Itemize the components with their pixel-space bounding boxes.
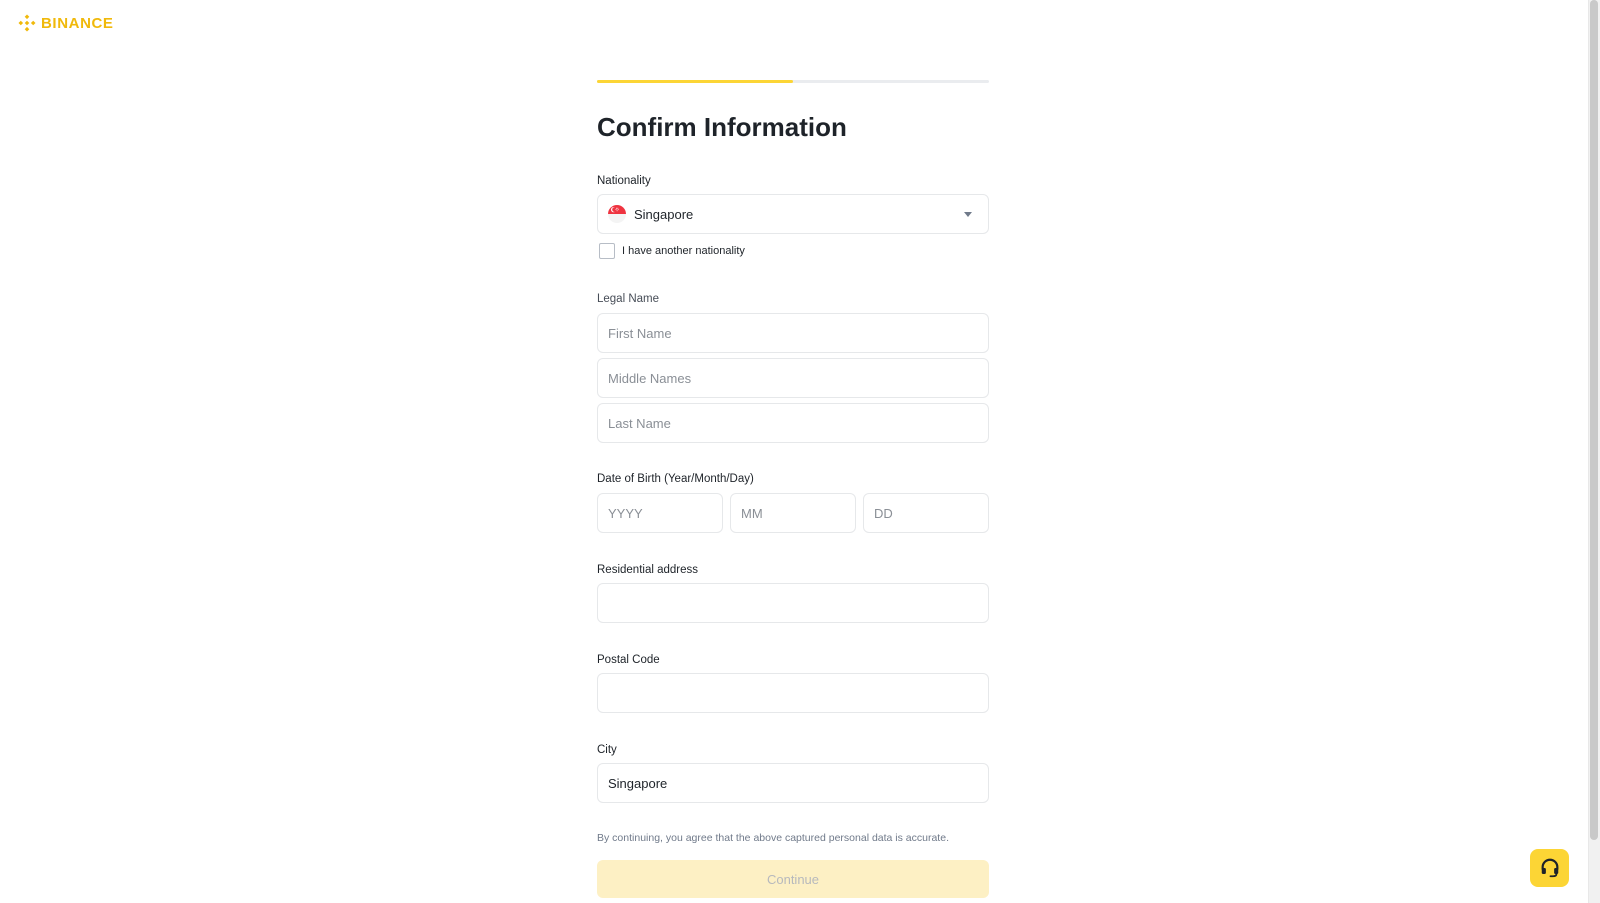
page-scrollbar[interactable] [1588, 0, 1600, 903]
last-name-input[interactable]: Last Name [597, 403, 989, 443]
chevron-down-icon [964, 211, 972, 217]
continue-button[interactable]: Continue [597, 860, 989, 898]
scrollbar-thumb[interactable] [1590, 0, 1598, 840]
dob-fields: YYYY MM DD [597, 493, 989, 533]
dob-day-input[interactable]: DD [863, 493, 989, 533]
middle-names-input[interactable]: Middle Names [597, 358, 989, 398]
city-value: Singapore [608, 775, 668, 791]
dob-year-placeholder: YYYY [608, 505, 643, 521]
nationality-select[interactable]: Singapore [597, 194, 989, 234]
postal-code-label: Postal Code [597, 654, 660, 666]
headset-icon [1541, 858, 1558, 878]
nationality-label: Nationality [597, 175, 651, 187]
singapore-flag-icon [608, 205, 626, 223]
postal-code-input[interactable] [597, 673, 989, 713]
first-name-input[interactable]: First Name [597, 313, 989, 353]
binance-logo[interactable]: BINANCE [17, 13, 114, 33]
another-nationality-label: I have another nationality [622, 245, 745, 257]
first-name-placeholder: First Name [608, 325, 672, 341]
dob-year-input[interactable]: YYYY [597, 493, 723, 533]
accuracy-notice: By continuing, you agree that the above … [597, 832, 949, 844]
city-label: City [597, 744, 617, 756]
dob-label: Date of Birth (Year/Month/Day) [597, 473, 754, 485]
binance-diamond-logo-icon [18, 14, 36, 32]
brand-name: BINANCE [41, 14, 114, 32]
city-input[interactable]: Singapore [597, 763, 989, 803]
middle-names-placeholder: Middle Names [608, 370, 692, 386]
support-chat-button[interactable] [1530, 849, 1569, 887]
nationality-value: Singapore [634, 206, 694, 222]
dob-month-input[interactable]: MM [730, 493, 856, 533]
step-progress-bar [597, 80, 989, 83]
last-name-placeholder: Last Name [608, 415, 671, 431]
page-title: Confirm Information [597, 112, 847, 142]
residential-address-input[interactable] [597, 583, 989, 623]
confirm-information-form: Confirm Information Nationality Singapor… [597, 80, 989, 898]
dob-day-placeholder: DD [874, 505, 893, 521]
another-nationality-option[interactable]: I have another nationality [597, 242, 989, 260]
residential-address-label: Residential address [597, 564, 699, 576]
legal-name-label: Legal Name [597, 293, 660, 305]
step-progress-fill [597, 80, 793, 83]
dob-month-placeholder: MM [741, 505, 763, 521]
another-nationality-checkbox[interactable] [599, 243, 615, 259]
